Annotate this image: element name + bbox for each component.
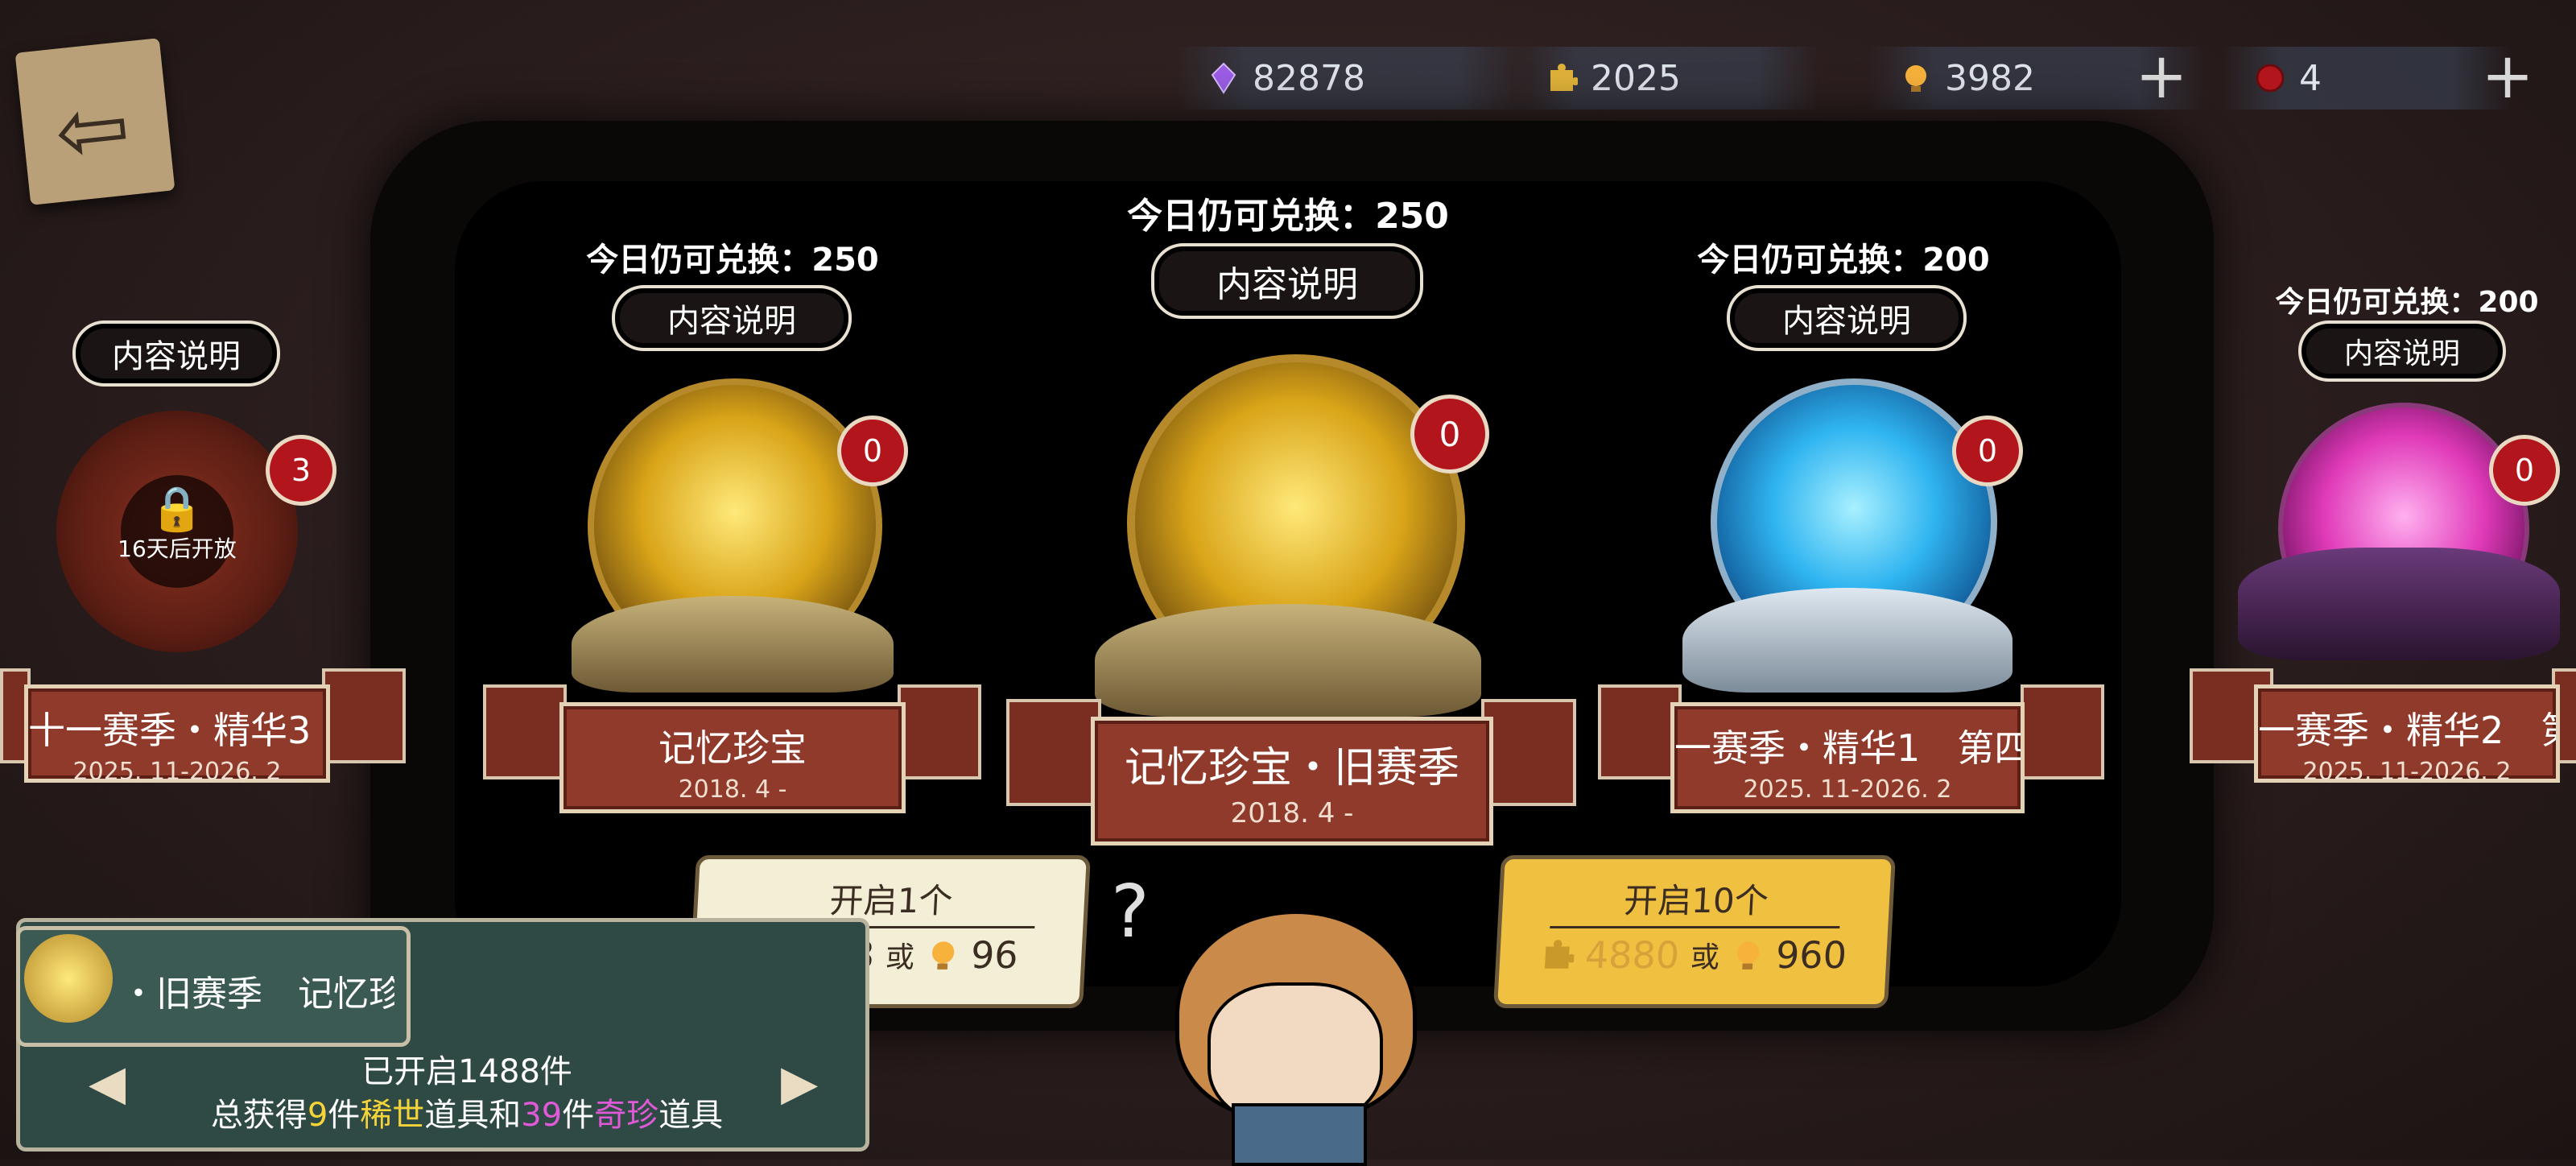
treasure-title-3: 一赛季・精华1 第四 (1674, 726, 2021, 770)
treasure-date-4: 2025. 11-2026. 2 (2302, 758, 2512, 786)
daily-quota-2: 今日仍可兑换：250 (1127, 196, 1449, 237)
treasure-title-0: 十一赛季・精华3 第 (28, 709, 326, 752)
treasure-date-0: 2025. 11-2026. 2 (72, 758, 282, 786)
open-ten-bulb-cost: 960 (1774, 933, 1848, 977)
count-badge-2: 0 (1410, 395, 1489, 473)
seal-amount: 4 (2299, 57, 2322, 99)
content-info-button-0[interactable]: 内容说明 (72, 320, 280, 387)
ribbon-right-3 (2021, 684, 2104, 779)
ribbon-right-2 (1481, 699, 1576, 806)
lightbulb-amount: 3982 (1945, 57, 2035, 99)
red-seal-icon (2256, 64, 2285, 93)
collection-tab-label: ・旧赛季 记忆珍 (121, 974, 394, 1015)
ribbon-left-2 (1006, 699, 1101, 806)
add-lightbulb-button[interactable]: + (2133, 45, 2190, 108)
daily-quota-1: 今日仍可兑换：250 (586, 242, 879, 279)
crystal-amount: 82878 (1253, 57, 1365, 99)
count-badge-3: 0 (1952, 416, 2023, 486)
character-portrait (1159, 894, 1425, 1166)
open-one-or: 或 (884, 941, 916, 974)
lock-icon: 🔒 (150, 483, 204, 534)
open-ten-or: 或 (1689, 941, 1721, 974)
question-mark-icon: ? (1111, 870, 1150, 954)
orb-base-4 (2238, 548, 2560, 660)
treasure-date-3: 2025. 11-2026. 2 (1743, 775, 1952, 804)
lightbulb-icon (1905, 65, 1926, 92)
treasure-banner-0: 十一赛季・精华3 第 2025. 11-2026. 2 (24, 684, 330, 786)
daily-quota-4: 今日仍可兑换：200 (2275, 286, 2539, 319)
back-button[interactable]: ⇦ (14, 38, 175, 205)
ribbon-left-3 (1598, 684, 1682, 779)
content-info-button-3[interactable]: 内容说明 (1727, 285, 1967, 351)
crystal-currency: 82878 (1175, 47, 1530, 110)
content-info-button-4[interactable]: 内容说明 (2298, 320, 2506, 382)
count-badge-1: 0 (837, 416, 908, 486)
open-ten-button[interactable]: 开启10个 4880 或 960 (1493, 855, 1896, 1008)
exit-door-icon: ⇦ (50, 73, 135, 184)
puzzle-piece-icon (1544, 940, 1575, 969)
open-one-bulb-cost: 96 (969, 933, 1020, 977)
puzzle-currency: 2025 (1513, 47, 1819, 110)
open-ten-puzzle-cost: 4880 (1583, 933, 1681, 977)
open-one-label: 开启1个 (828, 881, 954, 920)
add-seal-button[interactable]: + (2479, 45, 2536, 108)
prev-arrow-icon[interactable]: ◀ (89, 1055, 126, 1111)
treasure-banner-4: 一赛季・精华2 第四 2025. 11-2026. 2 (2254, 684, 2560, 786)
count-badge-0: 3 (266, 435, 336, 506)
unlock-countdown: 16天后开放 (118, 535, 237, 562)
next-arrow-icon[interactable]: ▶ (781, 1055, 818, 1111)
treasure-banner-2: 记忆珍宝・旧赛季 2018. 4 - (1091, 717, 1493, 846)
treasure-banner-3: 一赛季・精华1 第四 2025. 11-2026. 2 (1670, 702, 2025, 813)
tab-treasure-icon (24, 934, 113, 1023)
daily-quota-3: 今日仍可兑换：200 (1697, 242, 1990, 279)
treasure-title-1: 记忆珍宝 (658, 726, 807, 770)
ribbon-left-1 (483, 684, 567, 779)
count-badge-4: 0 (2489, 435, 2560, 506)
ribbon-right-1 (898, 684, 981, 779)
orb-base-1 (572, 596, 894, 693)
lightbulb-icon (1736, 941, 1759, 970)
opened-count-text: 已开启1488件 (361, 1053, 572, 1090)
treasure-banner-1: 记忆珍宝 2018. 4 - (559, 702, 906, 813)
treasure-title-2: 记忆珍宝・旧赛季 (1124, 744, 1459, 792)
ribbon-right-0 (322, 668, 406, 763)
orb-base-2 (1095, 604, 1481, 717)
lightbulb-icon (931, 941, 954, 970)
content-info-button-2[interactable]: 内容说明 (1151, 243, 1423, 319)
orb-base-3 (1682, 588, 2013, 693)
seal-currency: 4 (2222, 47, 2512, 110)
total-obtained-text: 总获得9件稀世道具和39件奇珍道具 (210, 1097, 724, 1134)
open-ten-label: 开启10个 (1622, 881, 1770, 920)
purple-crystal-icon (1211, 62, 1236, 94)
puzzle-piece-icon (1550, 64, 1578, 91)
treasure-date-1: 2018. 4 - (678, 775, 787, 804)
puzzle-amount: 2025 (1591, 57, 1681, 99)
content-info-button-1[interactable]: 内容说明 (612, 285, 852, 351)
treasure-title-4: 一赛季・精华2 第四 (2258, 709, 2556, 752)
treasure-date-2: 2018. 4 - (1230, 797, 1354, 829)
